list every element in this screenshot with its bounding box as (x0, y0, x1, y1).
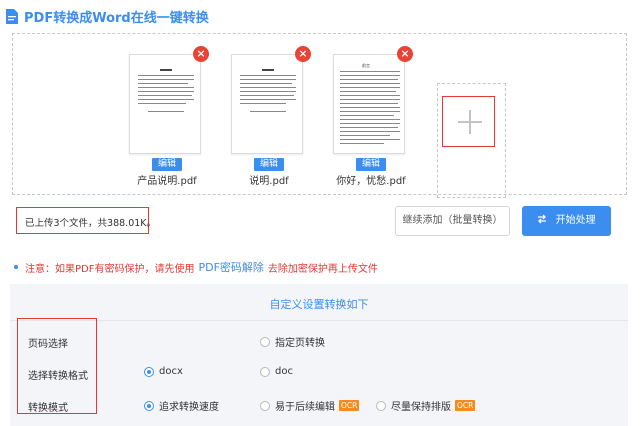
start-processing-button[interactable]: 开始处理 (522, 206, 611, 236)
radio-editable[interactable]: 易于后续编辑 OCR (260, 398, 360, 413)
radio-circle (260, 366, 270, 377)
upload-area[interactable]: × 编辑 产品说明.pdf × 编辑 说明.pdf 前言 × 编辑 你好，忧愁.… (12, 33, 627, 198)
bullet-dot-icon (14, 265, 18, 269)
notice-suffix: 去除加密保护再上传文件 (267, 263, 378, 275)
radio-circle (260, 336, 270, 347)
page-select-label: 页码选择 (28, 339, 68, 350)
radio-label: 指定页转换 (275, 338, 325, 349)
settings-panel: 自定义设置转换如下 页码选择 指定页转换 选择转换格式 docx doc 转换模… (10, 284, 628, 426)
radio-label: 易于后续编辑 (275, 402, 335, 413)
add-file-slot[interactable] (437, 83, 506, 198)
file-name: 产品说明.pdf (137, 176, 197, 187)
file-thumbnail[interactable] (129, 54, 201, 154)
radio-label: 追求转换速度 (159, 402, 219, 413)
radio-circle (144, 366, 154, 377)
file-thumbnail[interactable] (231, 54, 303, 154)
ocr-badge: OCR (339, 400, 360, 411)
radio-specific-pages[interactable]: 指定页转换 (260, 334, 325, 349)
file-name: 说明.pdf (249, 176, 289, 187)
radio-docx[interactable]: docx (144, 366, 183, 377)
continue-add-button[interactable]: 继续添加（批量转换） (395, 206, 510, 236)
edit-file-button[interactable]: 编辑 (254, 158, 284, 171)
start-processing-label: 开始处理 (555, 215, 596, 226)
upload-status: 已上传3个文件，共388.01K。 (25, 218, 157, 229)
radio-speed[interactable]: 追求转换速度 (144, 398, 219, 413)
radio-circle (260, 400, 270, 411)
add-file-button[interactable] (442, 96, 495, 147)
settings-title: 自定义设置转换如下 (269, 298, 369, 311)
page-title: PDF转换成Word在线一键转换 (24, 10, 209, 26)
mode-select-label: 转换模式 (28, 403, 68, 414)
edit-file-button[interactable]: 编辑 (152, 158, 182, 171)
settings-divider (10, 320, 628, 321)
password-notice: 注意：如果PDF有密码保护，请先使用 PDF密码解除 去除加密保护再上传文件 (14, 259, 378, 275)
delete-file-button[interactable]: × (193, 46, 209, 62)
notice-prefix: 注意：如果PDF有密码保护，请先使用 (25, 263, 195, 275)
page-header: PDF转换成Word在线一键转换 (6, 6, 209, 26)
radio-label: 尽量保持排版 (391, 402, 451, 413)
radio-label: doc (275, 366, 293, 377)
delete-file-button[interactable]: × (295, 46, 311, 62)
radio-circle (144, 400, 154, 411)
upload-status-highlight: 已上传3个文件，共388.01K。 (16, 207, 156, 234)
document-icon (6, 8, 18, 24)
radio-keep-layout[interactable]: 尽量保持排版 OCR (376, 398, 476, 413)
radio-doc[interactable]: doc (260, 366, 293, 377)
radio-label: docx (159, 366, 183, 377)
format-select-label: 选择转换格式 (28, 371, 88, 382)
ocr-badge: OCR (455, 400, 476, 411)
swap-arrows-icon (537, 207, 547, 237)
delete-file-button[interactable]: × (397, 46, 413, 62)
edit-file-button[interactable]: 编辑 (356, 158, 386, 171)
file-thumbnail[interactable]: 前言 (333, 54, 405, 154)
pdf-password-remove-link[interactable]: PDF密码解除 (198, 259, 263, 275)
file-name: 你好，忧愁.pdf (336, 176, 406, 187)
radio-circle (376, 400, 386, 411)
thumbnail-doc-title: 前言 (362, 63, 370, 68)
